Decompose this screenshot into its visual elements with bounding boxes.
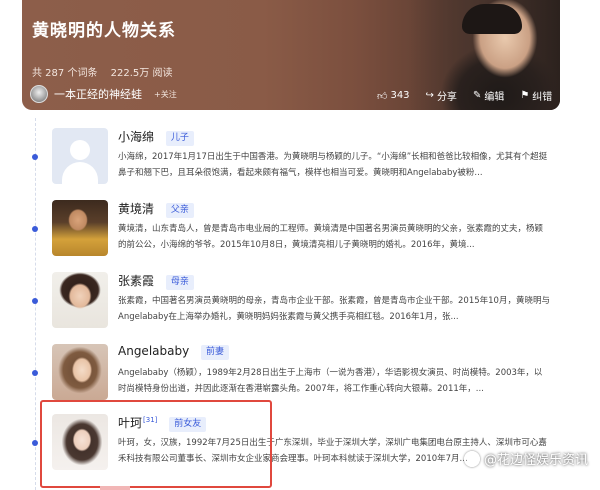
action-bar: 👍︎ 343 ↪ 分享 ✎ 编辑 ⚑ 纠错 [377, 88, 552, 103]
flag-icon: ⚑ [520, 90, 530, 101]
relation-entry[interactable]: 小海绵 儿子 小海绵，2017年1月17日出生于中国香港。为黄晓明与杨颖的儿子。… [48, 128, 553, 198]
entry-name-row: 小海绵 儿子 [118, 128, 194, 146]
next-entry-peek [100, 486, 130, 490]
timeline-dot [32, 370, 38, 376]
like-button[interactable]: 👍︎ 343 [377, 88, 410, 103]
relation-badge: 儿子 [165, 131, 194, 146]
stats: 共 287 个词条 222.5万 阅读 [32, 64, 182, 79]
entry-description: 小海绵，2017年1月17日出生于中国香港。为黄晓明与杨颖的儿子。“小海绵”长相… [118, 152, 548, 178]
entry-name[interactable]: 小海绵 [118, 130, 154, 144]
timeline-dot [32, 298, 38, 304]
avatar-placeholder-body [62, 162, 98, 184]
correct-label: 纠错 [532, 92, 553, 103]
author-row: 一本正经的神经蛙 +关注 [30, 85, 177, 103]
entry-description: 张素霞，中国著名男演员黄晓明的母亲，青岛市企业干部。张素霞，曾是青岛市企业干部。… [118, 296, 550, 322]
follow-button[interactable]: +关注 [154, 89, 177, 100]
relation-entry[interactable]: 黄境清 父亲 黄境清，山东青岛人，曾是青岛市电业局的工程师。黄境清是中国著名男演… [48, 200, 553, 270]
thumbs-up-icon: 👍︎ [377, 90, 388, 102]
relation-badge: 母亲 [165, 275, 194, 290]
share-button[interactable]: ↪ 分享 [426, 88, 457, 103]
banner-photo-hair [462, 4, 522, 34]
entry-name-row: 黄境清 父亲 [118, 200, 194, 218]
relation-badge: 父亲 [165, 203, 194, 218]
avatar-placeholder [52, 128, 108, 184]
timeline-dot [32, 226, 38, 232]
like-count: 343 [390, 90, 410, 101]
correct-button[interactable]: ⚑ 纠错 [520, 88, 552, 103]
entry-name[interactable]: 黄境清 [118, 202, 154, 216]
relation-badge: 前妻 [201, 345, 230, 360]
entry-name-row: Angelababy 前妻 [118, 344, 230, 360]
entry-description: Angelababy（杨颖），1989年2月28日出生于上海市（一说为香港），华… [118, 368, 543, 394]
entry-photo [52, 272, 108, 328]
entry-name-row: 张素霞 母亲 [118, 272, 194, 290]
header-banner: 黄晓明的人物关系 共 287 个词条 222.5万 阅读 一本正经的神经蛙 +关… [22, 0, 560, 110]
entry-photo [52, 200, 108, 256]
watermark-logo-icon [463, 450, 480, 467]
edit-button[interactable]: ✎ 编辑 [473, 88, 504, 103]
entry-name[interactable]: Angelababy [118, 344, 189, 358]
share-label: 分享 [436, 92, 457, 103]
highlight-box [40, 400, 272, 488]
edit-label: 编辑 [484, 92, 505, 103]
page: 黄晓明的人物关系 共 287 个词条 222.5万 阅读 一本正经的神经蛙 +关… [0, 0, 600, 490]
entry-name[interactable]: 张素霞 [118, 274, 154, 288]
author-avatar[interactable] [30, 85, 48, 103]
timeline-dot [32, 154, 38, 160]
share-icon: ↪ [425, 90, 434, 101]
author-name[interactable]: 一本正经的神经蛙 [54, 86, 142, 102]
entry-photo [52, 344, 108, 400]
page-title: 黄晓明的人物关系 [32, 21, 176, 41]
avatar-placeholder-head [70, 140, 90, 160]
timeline-dot [32, 440, 38, 446]
entry-description: 黄境清，山东青岛人，曾是青岛市电业局的工程师。黄境清是中国著名男演员黄晓明的父亲… [118, 224, 544, 250]
watermark-text: @花边怪娱乐资讯 [483, 453, 588, 468]
edit-icon: ✎ [472, 90, 482, 101]
relation-entry[interactable]: 张素霞 母亲 张素霞，中国著名男演员黄晓明的母亲，青岛市企业干部。张素霞，曾是青… [48, 272, 553, 342]
timeline-line [35, 118, 36, 490]
entry-count: 共 287 个词条 [32, 68, 98, 79]
read-count: 222.5万 阅读 [110, 68, 173, 79]
watermark: @花边怪娱乐资讯 [463, 449, 588, 468]
